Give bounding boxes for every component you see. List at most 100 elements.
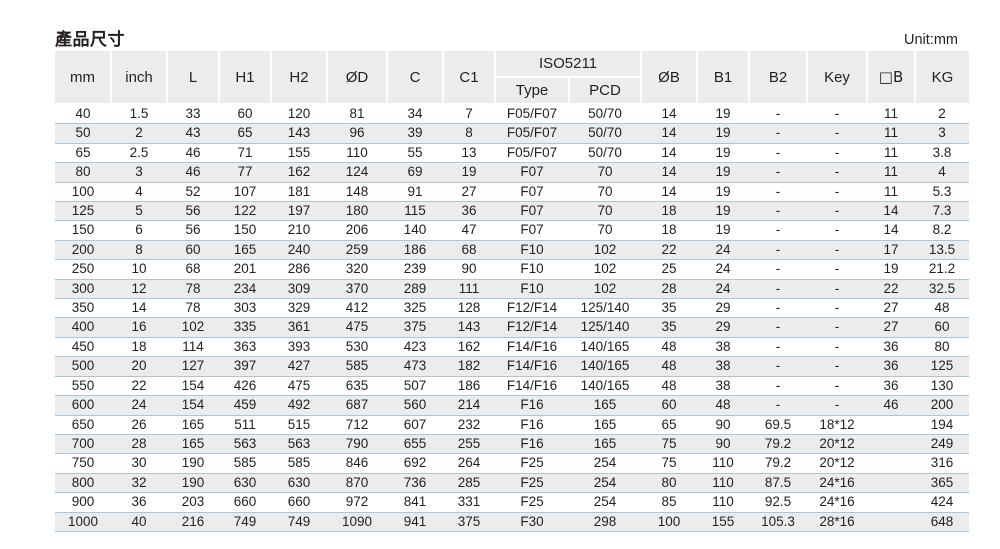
col-header-mm: mm: [55, 51, 112, 105]
cell-iso-pcd: 50/70: [569, 142, 642, 163]
cell-b1: 90: [697, 433, 750, 454]
cell-iso-type: F07: [495, 201, 569, 221]
cell-od: 530: [327, 336, 387, 357]
cell-iso-pcd: 102: [569, 239, 642, 260]
cell-h1: 65: [219, 123, 271, 144]
cell-square-b: [867, 492, 916, 513]
cell-mm: 550: [55, 375, 111, 396]
cell-c: 655: [387, 433, 443, 454]
cell-h2: 585: [271, 453, 327, 474]
cell-od: 712: [327, 414, 387, 435]
cell-square-b: 46: [867, 395, 916, 415]
cell-od: 206: [327, 220, 387, 241]
cell-key: -: [807, 162, 868, 183]
cell-od: 320: [327, 259, 387, 280]
cell-c: 692: [387, 453, 443, 474]
unit-label: Unit:mm: [904, 31, 958, 48]
cell-h2: 475: [271, 375, 327, 396]
table-row: 50 2 43 65 143 96 39 8 F05/F07 50/70 14 19- -11 3: [55, 123, 970, 144]
cell-c: 115: [387, 201, 443, 221]
cell-b1: 19: [697, 220, 750, 241]
cell-inch: 4: [111, 181, 167, 202]
cell-square-b: 14: [867, 201, 916, 221]
cell-c: 325: [387, 298, 443, 318]
table-row: 300 12 78 234 309 370 289 111 F10 102 28 24- -22 32.5: [55, 278, 970, 299]
cell-kg: 21.2: [915, 259, 970, 280]
cell-square-b: 27: [867, 317, 916, 338]
cell-b2: -: [749, 317, 808, 338]
col-header-h1: H1: [219, 51, 272, 105]
cell-iso-type: F16: [495, 395, 569, 415]
cell-iso-type: F12/F14: [495, 317, 569, 338]
cell-key: 24*16: [807, 472, 868, 493]
cell-kg: 5.3: [915, 181, 970, 202]
cell-iso-type: F30: [495, 511, 569, 532]
cell-kg: 125: [915, 356, 970, 377]
table-row: 80 3 46 77 162 124 69 19 F07 70 14 19- -11 4: [55, 162, 970, 183]
cell-iso-type: F14/F16: [495, 375, 569, 396]
cell-h1: 303: [219, 298, 271, 318]
cell-h1: 60: [219, 103, 271, 124]
cell-mm: 40: [55, 103, 111, 124]
cell-l: 60: [167, 239, 219, 260]
cell-iso-pcd: 165: [569, 395, 642, 415]
cell-od: 635: [327, 375, 387, 396]
cell-ob: 14: [641, 123, 698, 144]
cell-kg: 194: [915, 414, 970, 435]
cell-ob: 48: [641, 356, 698, 377]
cell-iso-type: F07: [495, 181, 569, 202]
cell-l: 190: [167, 472, 219, 493]
cell-b1: 90: [697, 414, 750, 435]
cell-b1: 29: [697, 317, 750, 338]
cell-c1: 8: [443, 123, 495, 144]
cell-b2: -: [749, 239, 808, 260]
cell-kg: 249: [915, 433, 970, 454]
cell-od: 846: [327, 453, 387, 474]
cell-inch: 30: [111, 453, 167, 474]
col-header-square-b: □B: [867, 51, 917, 105]
cell-square-b: [867, 414, 916, 435]
cell-inch: 8: [111, 239, 167, 260]
cell-iso-type: F10: [495, 278, 569, 299]
cell-iso-type: F10: [495, 239, 569, 260]
cell-ob: 18: [641, 201, 698, 221]
cell-h2: 329: [271, 298, 327, 318]
cell-square-b: [867, 511, 916, 532]
cell-h1: 511: [219, 414, 271, 435]
cell-ob: 100: [641, 511, 698, 532]
cell-mm: 300: [55, 278, 111, 299]
cell-c1: 331: [443, 492, 495, 513]
cell-inch: 6: [111, 220, 167, 241]
cell-h1: 107: [219, 181, 271, 202]
cell-kg: 365: [915, 472, 970, 493]
cell-mm: 900: [55, 492, 111, 513]
cell-iso-pcd: 102: [569, 259, 642, 280]
cell-inch: 12: [111, 278, 167, 299]
cell-c1: 68: [443, 239, 495, 260]
cell-square-b: 36: [867, 375, 916, 396]
cell-inch: 22: [111, 375, 167, 396]
cell-iso-pcd: 254: [569, 453, 642, 474]
cell-ob: 14: [641, 103, 698, 124]
cell-iso-pcd: 125/140: [569, 298, 642, 318]
cell-h1: 335: [219, 317, 271, 338]
cell-iso-type: F07: [495, 162, 569, 183]
cell-kg: 648: [915, 511, 970, 532]
cell-mm: 400: [55, 317, 111, 338]
cell-b1: 38: [697, 356, 750, 377]
cell-c: 39: [387, 123, 443, 144]
table-body: 40 1.5 33 60 120 81 34 7 F05/F07 50/70 14 19- -11 2 50…: [55, 103, 970, 532]
cell-inch: 32: [111, 472, 167, 493]
cell-iso-pcd: 165: [569, 414, 642, 435]
cell-iso-pcd: 254: [569, 492, 642, 513]
cell-b2: 79.2: [749, 453, 808, 474]
cell-key: -: [807, 395, 868, 415]
cell-b2: -: [749, 259, 808, 280]
cell-key: -: [807, 298, 868, 318]
cell-h2: 210: [271, 220, 327, 241]
cell-b2: 87.5: [749, 472, 808, 493]
cell-mm: 200: [55, 239, 111, 260]
cell-key: 24*16: [807, 492, 868, 513]
cell-key: -: [807, 220, 868, 241]
cell-h1: 630: [219, 472, 271, 493]
